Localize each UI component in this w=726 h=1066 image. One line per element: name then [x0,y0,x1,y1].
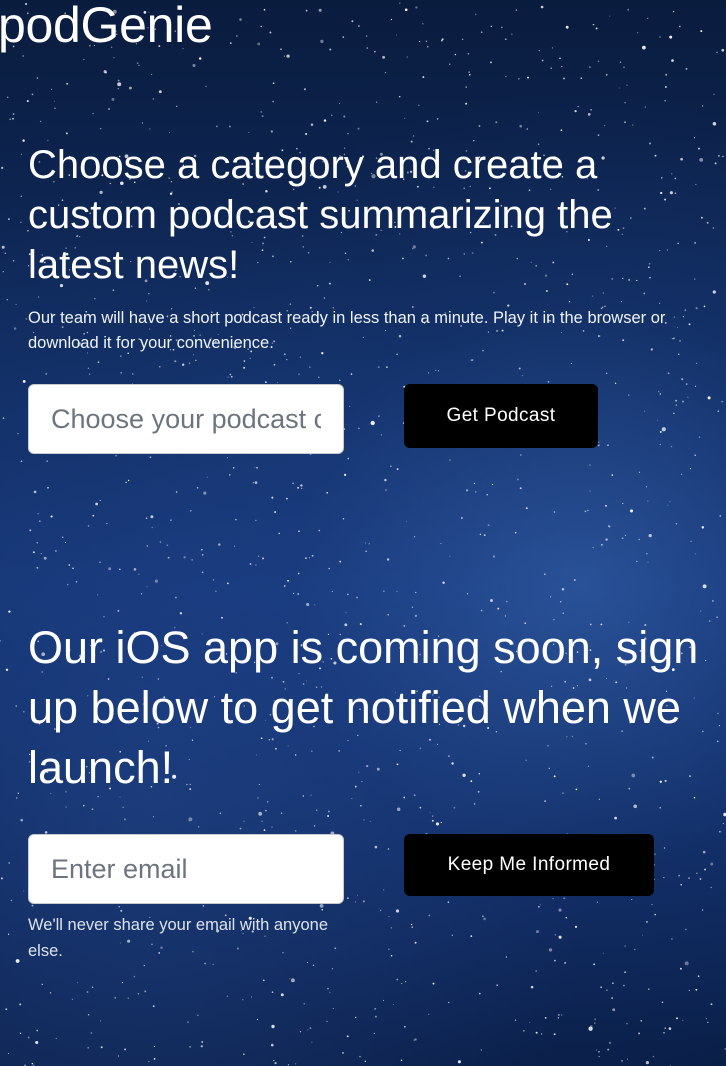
page-content: podGenie Choose a category and create a … [0,0,726,1066]
podcast-category-input[interactable] [28,384,344,454]
podcast-description: Our team will have a short podcast ready… [28,309,666,352]
email-help-text: We'll never share your email with anyone… [28,916,328,960]
podcast-heading: Choose a category and create a custom po… [28,143,613,287]
signup-heading: Our iOS app is coming soon, sign up belo… [28,622,699,793]
get-podcast-button[interactable]: Get Podcast [404,384,598,448]
keep-me-informed-button[interactable]: Keep Me Informed [404,834,654,896]
brand-logo-text[interactable]: podGenie [0,0,213,56]
email-input[interactable] [28,834,344,904]
